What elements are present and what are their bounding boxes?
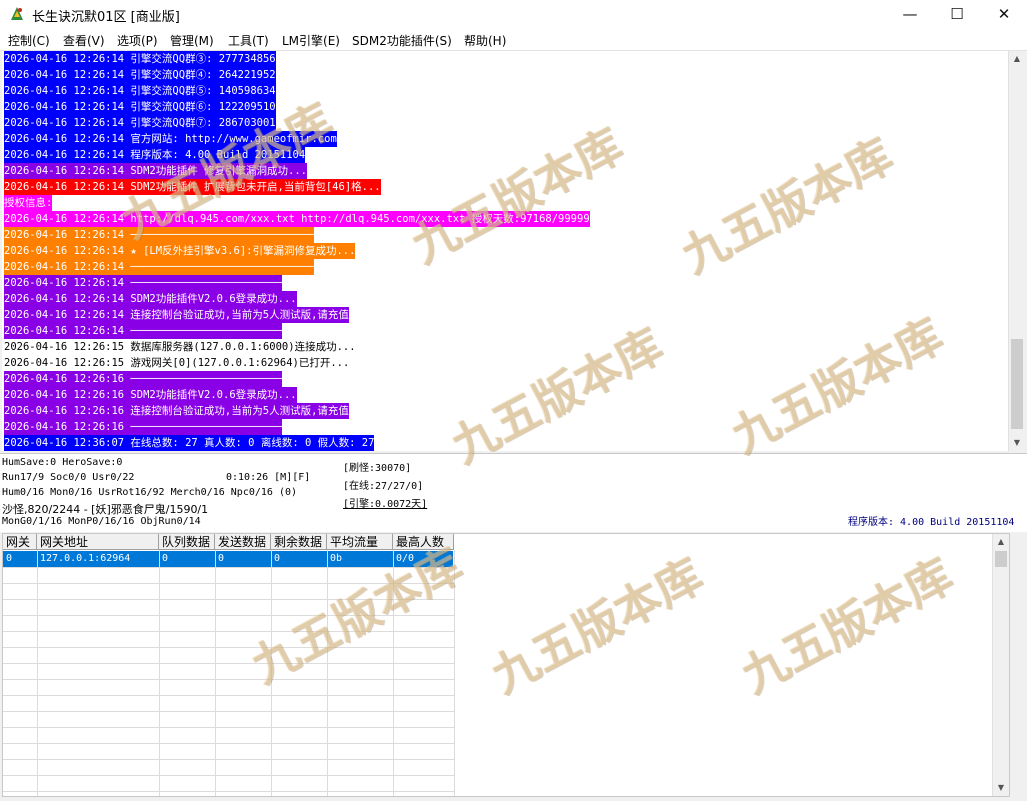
cell-send: 0	[218, 553, 225, 564]
grid-line	[37, 550, 38, 796]
log-line: 2026-04-16 12:26:14 ★ [LM反外挂引擎v3.6]:引擎漏洞…	[4, 243, 356, 259]
grid-line	[159, 550, 160, 796]
status-uptime: 0:10:26 [M][F]	[226, 472, 311, 483]
window-title: 长生诀沉默01区 [商业版]	[32, 10, 180, 25]
grid-line	[3, 663, 454, 664]
log-line: 2026-04-16 12:26:14 引擎交流QQ群③: 277734856	[4, 51, 276, 67]
status-run: Run17/9 Soc0/0 Usr0/22	[2, 472, 135, 483]
grid-line	[327, 550, 328, 796]
log-line: 2026-04-16 12:26:14 SDM2功能插件V2.0.6登录成功..…	[4, 291, 297, 307]
log-scrollbar[interactable]: ▲ ▼	[1008, 51, 1025, 451]
status-online: [在线:27/27/0]	[343, 481, 424, 492]
title-bar: 长生诀沉默01区 [商业版] — ☐ ✕	[0, 0, 1027, 28]
grid-line	[3, 775, 454, 776]
log-line: 2026-04-16 12:26:14 引擎交流QQ群④: 264221952	[4, 67, 276, 83]
menu-sdm2-plugin[interactable]: SDM2功能插件(S)	[352, 32, 452, 49]
table-scroll-thumb[interactable]	[995, 551, 1007, 567]
status-version: 程序版本: 4.00 Build 20151104	[848, 517, 1015, 528]
scroll-thumb[interactable]	[1011, 339, 1023, 429]
col-remaining-data[interactable]: 剩余数据	[271, 534, 327, 550]
log-line: 2026-04-16 12:26:14 引擎交流QQ群⑤: 140598634	[4, 83, 276, 99]
log-line: 2026-04-16 12:26:16 连接控制台验证成功,当前为5人测试版,请…	[4, 403, 349, 419]
log-line: 2026-04-16 12:26:14 ────────────────────…	[4, 259, 314, 275]
scroll-up-icon[interactable]: ▲	[1009, 51, 1025, 67]
log-line: 2026-04-16 12:26:14 ────────────────────…	[4, 275, 283, 291]
log-line: 授权信息:	[4, 195, 53, 211]
menu-tools[interactable]: 工具(T)	[228, 32, 269, 49]
log-line: 2026-04-16 12:26:14 引擎交流QQ群⑥: 122209510	[4, 99, 276, 115]
menu-help[interactable]: 帮助(H)	[464, 32, 506, 49]
log-line: 2026-04-16 12:26:14 ────────────────────…	[4, 323, 283, 339]
col-queue-data[interactable]: 队列数据	[159, 534, 215, 550]
grid-line	[3, 791, 454, 792]
col-gateway[interactable]: 网关	[3, 534, 37, 550]
status-mong: MonG0/1/16 MonP0/16/16 ObjRun0/14	[2, 516, 201, 527]
close-button[interactable]: ✕	[981, 0, 1027, 28]
grid-line	[3, 759, 454, 760]
cell-queue: 0	[162, 553, 169, 564]
status-monster: 沙怪,820/2244 - [妖]邪恶食尸鬼/1590/1	[2, 503, 209, 516]
status-panel: HumSave:0 HeroSave:0 Run17/9 Soc0/0 Usr0…	[0, 453, 1027, 532]
grid-line	[3, 695, 454, 696]
grid-line	[3, 647, 454, 648]
menu-bar: 控制(C) 查看(V) 选项(P) 管理(M) 工具(T) LM引擎(E) SD…	[0, 28, 1027, 51]
table-scroll-down-icon[interactable]: ▼	[993, 780, 1009, 796]
log-line: 2026-04-16 12:26:15 数据库服务器(127.0.0.1:600…	[4, 341, 356, 353]
cell-remaining: 0	[274, 553, 281, 564]
status-engine: [引擎:0.0072天]	[343, 499, 428, 510]
log-line: 2026-04-16 12:26:15 游戏网关[0](127.0.0.1:62…	[4, 357, 350, 369]
log-line: 2026-04-16 12:26:16 SDM2功能插件V2.0.6登录成功..…	[4, 387, 297, 403]
status-save: HumSave:0 HeroSave:0	[2, 457, 123, 468]
grid-line	[3, 727, 454, 728]
app-icon	[11, 7, 23, 20]
cell-traffic: 0b	[330, 553, 343, 564]
log-line: 2026-04-16 12:26:16 ────────────────────…	[4, 371, 283, 387]
cell-address: 127.0.0.1:62964	[40, 553, 131, 564]
cell-gateway: 0	[6, 553, 13, 564]
menu-view[interactable]: 查看(V)	[63, 32, 105, 49]
col-average-traffic[interactable]: 平均流量	[327, 534, 393, 550]
log-line: 2026-04-16 12:26:16 ────────────────────…	[4, 419, 283, 435]
col-send-data[interactable]: 发送数据	[215, 534, 271, 550]
menu-options[interactable]: 选项(P)	[117, 32, 158, 49]
table-scrollbar[interactable]: ▲ ▼	[992, 534, 1009, 796]
log-line: 2026-04-16 12:26:14 连接控制台验证成功,当前为5人测试版,请…	[4, 307, 349, 323]
status-hum: Hum0/16 Mon0/16 UsrRot16/92 Merch0/16 Np…	[2, 487, 298, 498]
menu-lm-engine[interactable]: LM引擎(E)	[282, 32, 340, 49]
table-scroll-up-icon[interactable]: ▲	[993, 534, 1009, 550]
status-refresh: [刷怪:30070]	[343, 463, 412, 474]
col-gateway-address[interactable]: 网关地址	[37, 534, 159, 550]
grid-line	[3, 711, 454, 712]
log-line: 2026-04-16 12:36:07 在线总数: 27 真人数: 0 离线数:…	[4, 435, 375, 451]
menu-control[interactable]: 控制(C)	[8, 32, 50, 49]
grid-line	[215, 550, 216, 796]
grid-line	[3, 679, 454, 680]
scroll-down-icon[interactable]: ▼	[1009, 435, 1025, 451]
maximize-button[interactable]: ☐	[934, 0, 980, 28]
minimize-button[interactable]: —	[887, 0, 933, 28]
menu-manage[interactable]: 管理(M)	[170, 32, 214, 49]
grid-line	[3, 743, 454, 744]
